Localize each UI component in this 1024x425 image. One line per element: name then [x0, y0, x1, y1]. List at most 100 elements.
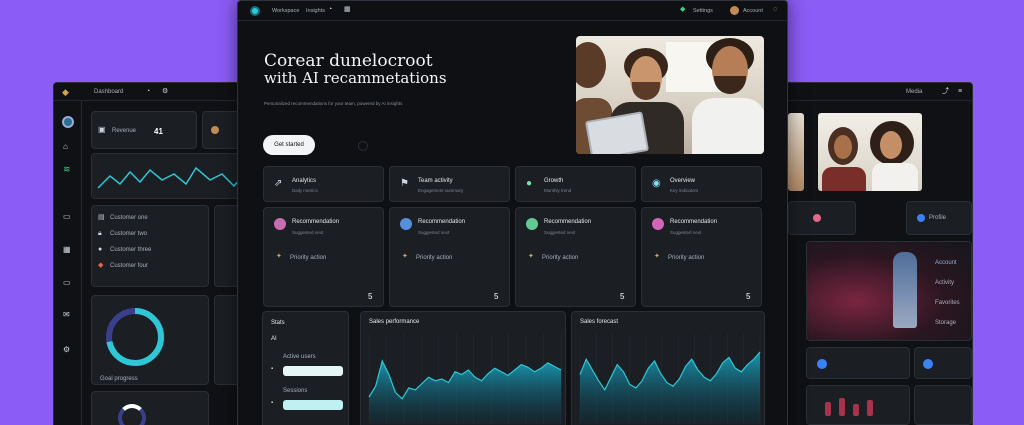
bar [853, 404, 859, 416]
stats-title: Stats [271, 320, 285, 326]
get-started-button[interactable]: Get started [263, 135, 315, 155]
record-icon [813, 214, 821, 222]
bar [867, 400, 873, 416]
lock-icon: 🔒︎ [98, 230, 102, 237]
left-bottom-card [91, 391, 209, 425]
nav-settings[interactable]: Settings [693, 8, 713, 14]
rec-icon [526, 218, 538, 230]
chart-title-2: Sales forecast [580, 319, 619, 325]
feature-card[interactable]: ⇗ Analytics Daily metrics [263, 166, 384, 202]
feature-label: Team activity [418, 178, 453, 184]
figure-icon [893, 252, 917, 328]
hero-image [576, 36, 764, 154]
chart-icon[interactable]: ≋ [63, 165, 71, 174]
feature-sub: Key indicators [670, 188, 699, 193]
rec-row: Priority action [290, 255, 327, 261]
stat-label: Revenue [112, 128, 137, 134]
right-topbar: Media ⤴ ≡ [776, 83, 972, 101]
stat-value: 41 [154, 127, 163, 136]
bottom-ring [118, 404, 146, 425]
nav-account[interactable]: Account [743, 8, 763, 14]
right-bars-card [806, 385, 910, 425]
person-right-body [692, 98, 764, 154]
nav-insights[interactable]: Insights [306, 8, 325, 14]
wallet-icon: ▣ [98, 125, 106, 134]
settings-icon[interactable]: ⚙ [63, 346, 70, 354]
right-window: Media ⤴ ≡ Profile Account Activity Favor… [775, 82, 973, 425]
row-icon: ✦ [528, 253, 534, 260]
list-label: Customer two [110, 231, 148, 237]
rec-sub: Suggested next [544, 230, 576, 235]
chart-card-2: Sales forecast [571, 311, 765, 425]
right-photo-2 [818, 113, 922, 191]
grid-icon[interactable]: ▦ [344, 6, 351, 13]
leaf-icon: ● [526, 178, 533, 189]
right-bars-card-2 [914, 385, 972, 425]
row-label: Storage [935, 320, 957, 326]
rec-value: 5 [620, 292, 625, 301]
right-hero-card: Account Activity Favorites Storage [806, 241, 972, 341]
rec-title: Recommendation [670, 219, 718, 225]
feature-sub: Monthly trend [544, 188, 572, 193]
stats-icon: ⇗ [274, 178, 283, 189]
person-mid-beard [632, 82, 660, 100]
row-icon: ✦ [276, 253, 282, 260]
hero-title-2: with AI recammetations [264, 69, 447, 87]
chart-card-1: Sales performance [360, 311, 566, 425]
folder-icon[interactable]: ▭ [63, 279, 71, 287]
rec-sub: Suggested next [292, 230, 324, 235]
calendar-icon[interactable]: ▦ [63, 246, 71, 254]
stats-field-a[interactable] [283, 366, 343, 376]
hero-title-1: Corear dunelocroot [264, 51, 433, 71]
area-chart-1 [368, 334, 562, 424]
inbox-icon[interactable]: ▭ [63, 213, 71, 221]
main-window: Workspace Insights ◔ ▦ ◆ Settings Accoun… [237, 0, 788, 425]
right-photo-1 [788, 113, 804, 191]
right-title: Media [906, 89, 923, 95]
recommendation-card[interactable]: Recommendation Suggested next ✦ Priority ac… [641, 207, 762, 307]
rec-sub: Suggested next [418, 230, 450, 235]
row-label: Favorites [935, 300, 960, 306]
rec-value: 5 [368, 292, 373, 301]
menu-icon[interactable]: ≡ [958, 88, 962, 95]
person-a-body [822, 167, 866, 191]
recommendation-card[interactable]: Recommendation Suggested next ✦ Priority ac… [263, 207, 384, 307]
stats-field-a-label: Active users [283, 354, 316, 360]
mail-icon[interactable]: ✉ [63, 311, 70, 319]
logo-icon: ◆ [62, 87, 69, 97]
nav-workspace[interactable]: Workspace [272, 8, 299, 14]
area-chart-2 [579, 334, 761, 424]
donut-caption: Goal progress [100, 376, 138, 382]
stats-field-b[interactable] [283, 400, 343, 410]
person-b-face [880, 131, 902, 159]
bell-icon[interactable]: ◔ [328, 6, 332, 13]
left-title: Dashboard [94, 89, 124, 95]
recommendation-card[interactable]: Recommendation Suggested next ✦ Priority ac… [515, 207, 636, 307]
recommendation-card[interactable]: Recommendation Suggested next ✦ Priority ac… [389, 207, 510, 307]
app-logo-icon[interactable] [250, 6, 260, 16]
row-icon: ✦ [654, 253, 660, 260]
row-label: Account [935, 260, 957, 266]
stats-ai-label: AI [271, 336, 277, 342]
feature-card[interactable]: ⚑ Team activity Engagement summary [389, 166, 510, 202]
area-fill [580, 352, 760, 424]
bar [825, 402, 831, 416]
feature-label: Growth [544, 178, 564, 184]
feature-card[interactable]: ◉ Overview Key indicators [641, 166, 762, 202]
rec-sub: Suggested next [670, 230, 702, 235]
share-icon[interactable]: ⤴ [942, 88, 949, 95]
right-mini-card-2 [914, 347, 972, 379]
user-avatar[interactable] [730, 6, 739, 15]
check-icon: ▪ [271, 366, 274, 372]
person-left-hair [576, 42, 606, 88]
avatar-icon[interactable] [62, 116, 74, 128]
feature-card[interactable]: ● Growth Monthly trend [515, 166, 636, 202]
main-topbar: Workspace Insights ◔ ▦ ◆ Settings Accoun… [238, 1, 787, 21]
bell-icon[interactable]: ◔ [146, 88, 150, 95]
chart-title-1: Sales performance [369, 319, 420, 325]
more-icon[interactable]: ◌ [773, 6, 777, 13]
home-icon[interactable]: ⌂ [63, 143, 68, 151]
rec-title: Recommendation [418, 219, 466, 225]
gear-icon[interactable]: ⚙ [162, 88, 168, 95]
avatar-small [211, 126, 219, 134]
